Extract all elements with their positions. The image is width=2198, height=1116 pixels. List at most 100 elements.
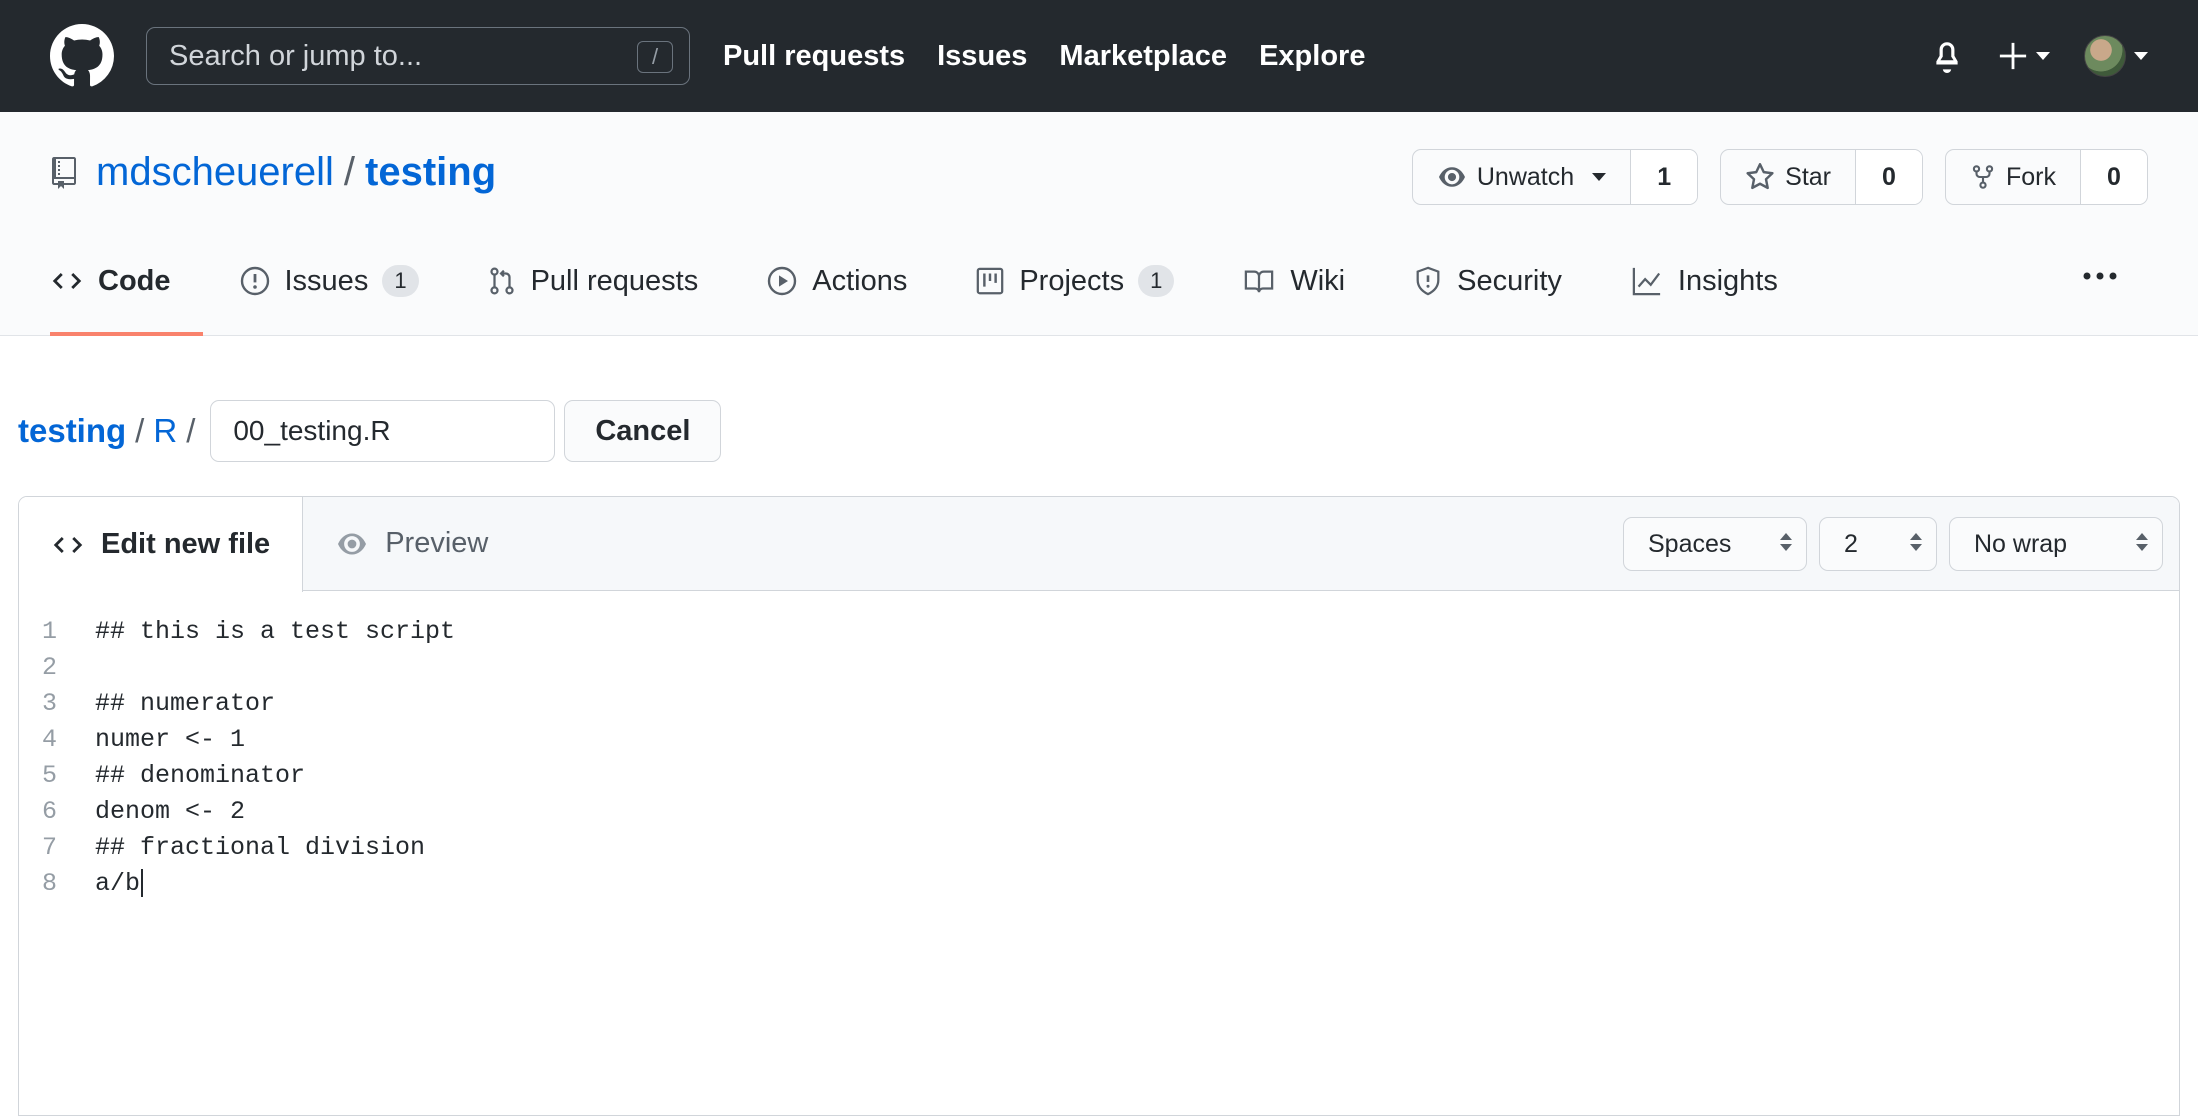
tab-actions[interactable]: Actions bbox=[766, 226, 907, 336]
fork-button-group: Fork 0 bbox=[1945, 149, 2148, 205]
tab-issues-label: Issues bbox=[284, 264, 369, 297]
edit-tab-label: Edit new file bbox=[101, 528, 271, 560]
search-shortcut-key: / bbox=[637, 41, 673, 73]
more-options-icon[interactable] bbox=[2082, 268, 2118, 286]
unwatch-label: Unwatch bbox=[1476, 162, 1575, 191]
breadcrumb-folder-link[interactable]: R bbox=[153, 412, 177, 450]
tab-security[interactable]: Security bbox=[1413, 226, 1562, 336]
tab-edit-new-file[interactable]: Edit new file bbox=[19, 497, 304, 592]
code-line: 7 ## fractional division bbox=[19, 829, 2179, 865]
chevron-down-icon bbox=[2036, 52, 2050, 60]
repo-owner-link[interactable]: mdscheuerell bbox=[96, 150, 334, 195]
stars-count[interactable]: 0 bbox=[1856, 150, 1922, 204]
breadcrumb-repo-link[interactable]: testing bbox=[18, 412, 126, 450]
star-icon bbox=[1746, 163, 1774, 190]
code-editor[interactable]: 1 ## this is a test script 2 3 ## numera… bbox=[19, 591, 2179, 901]
fork-icon bbox=[1972, 165, 1994, 189]
line-number: 6 bbox=[41, 796, 57, 826]
issues-counter: 1 bbox=[382, 265, 419, 297]
code-line: 8 a/b bbox=[19, 865, 2179, 901]
tab-wiki[interactable]: Wiki bbox=[1242, 226, 1345, 336]
file-editor: Edit new file Preview Spaces 2 No wrap 1… bbox=[18, 496, 2180, 1116]
fork-button[interactable]: Fork bbox=[1946, 150, 2081, 204]
plus-icon bbox=[1999, 42, 2027, 70]
repo-header: mdscheuerell / testing Unwatch 1 Star 0 … bbox=[0, 112, 2198, 336]
line-text: a/b bbox=[95, 868, 141, 898]
line-text: ## numerator bbox=[95, 688, 276, 718]
tab-pull-requests-label: Pull requests bbox=[530, 264, 699, 297]
pull-request-icon bbox=[489, 267, 514, 295]
global-nav: Pull requests Issues Marketplace Explore bbox=[723, 40, 1397, 73]
shield-icon bbox=[1416, 266, 1440, 296]
unwatch-button[interactable]: Unwatch bbox=[1413, 150, 1632, 204]
indent-size-value: 2 bbox=[1844, 529, 1858, 558]
repo-title-separator: / bbox=[343, 150, 356, 194]
line-number: 1 bbox=[41, 616, 57, 646]
tab-actions-label: Actions bbox=[812, 264, 908, 297]
avatar bbox=[2084, 35, 2126, 77]
tab-preview[interactable]: Preview bbox=[303, 497, 520, 590]
forks-count[interactable]: 0 bbox=[2081, 150, 2147, 204]
repo-actions: Unwatch 1 Star 0 Fork 0 bbox=[1390, 149, 2148, 205]
tab-code[interactable]: Code bbox=[50, 226, 202, 336]
create-new-button[interactable] bbox=[1998, 41, 2050, 71]
nav-explore[interactable]: Explore bbox=[1259, 40, 1365, 73]
line-text: denom <- 2 bbox=[95, 796, 246, 826]
fork-label: Fork bbox=[2006, 162, 2056, 191]
projects-counter: 1 bbox=[1138, 265, 1175, 297]
tab-pull-requests[interactable]: Pull requests bbox=[487, 226, 699, 336]
line-number: 4 bbox=[41, 724, 57, 754]
code-line: 6 denom <- 2 bbox=[19, 793, 2179, 829]
repo-name-link[interactable]: testing bbox=[365, 150, 496, 195]
project-icon bbox=[977, 267, 1004, 295]
breadcrumb-separator: / bbox=[186, 412, 196, 449]
search-input[interactable]: Search or jump to... / bbox=[146, 27, 690, 85]
nav-marketplace[interactable]: Marketplace bbox=[1059, 40, 1227, 73]
select-arrows-icon bbox=[1780, 533, 1792, 551]
repo-title: mdscheuerell / testing bbox=[50, 150, 496, 195]
editor-tabs: Edit new file Preview Spaces 2 No wrap bbox=[19, 497, 2179, 592]
filename-input[interactable] bbox=[210, 400, 556, 462]
chevron-down-icon bbox=[2134, 52, 2148, 60]
nav-issues[interactable]: Issues bbox=[937, 40, 1027, 73]
code-line: 3 ## numerator bbox=[19, 685, 2179, 721]
indent-mode-select[interactable]: Spaces bbox=[1623, 517, 1807, 571]
bell-icon[interactable] bbox=[1930, 39, 1964, 73]
wrap-mode-value: No wrap bbox=[1974, 529, 2068, 558]
line-number: 8 bbox=[41, 868, 57, 898]
user-menu-button[interactable] bbox=[2084, 35, 2148, 77]
indent-mode-value: Spaces bbox=[1648, 529, 1732, 558]
eye-icon bbox=[1438, 167, 1465, 187]
cancel-button[interactable]: Cancel bbox=[564, 400, 722, 462]
watchers-count[interactable]: 1 bbox=[1631, 150, 1698, 204]
line-text: ## fractional division bbox=[95, 832, 426, 862]
tab-insights[interactable]: Insights bbox=[1630, 226, 1778, 336]
graph-icon bbox=[1632, 267, 1661, 296]
code-line: 5 ## denominator bbox=[19, 757, 2179, 793]
github-logo-icon[interactable] bbox=[50, 24, 114, 88]
line-number: 2 bbox=[41, 652, 57, 682]
tab-code-label: Code bbox=[98, 264, 171, 297]
star-button[interactable]: Star bbox=[1721, 150, 1856, 204]
tab-wiki-label: Wiki bbox=[1290, 264, 1346, 297]
nav-pull-requests[interactable]: Pull requests bbox=[723, 40, 905, 73]
text-cursor bbox=[141, 869, 144, 897]
eye-icon bbox=[338, 533, 367, 554]
tab-projects[interactable]: Projects 1 bbox=[975, 226, 1175, 336]
code-icon bbox=[52, 273, 82, 289]
tab-insights-label: Insights bbox=[1677, 264, 1778, 297]
select-arrows-icon bbox=[2136, 533, 2148, 551]
book-icon bbox=[1245, 270, 1274, 293]
line-text: ## this is a test script bbox=[95, 616, 456, 646]
tab-issues[interactable]: Issues 1 bbox=[239, 226, 419, 336]
code-line: 4 numer <- 1 bbox=[19, 721, 2179, 757]
star-button-group: Star 0 bbox=[1720, 149, 1923, 205]
global-header: Search or jump to... / Pull requests Iss… bbox=[0, 0, 2198, 112]
wrap-mode-select[interactable]: No wrap bbox=[1949, 517, 2163, 571]
file-path-breadcrumb: testing / R / Cancel bbox=[18, 400, 722, 462]
repo-tabs: Code Issues 1 Pull requests Actions Proj… bbox=[50, 226, 2148, 336]
indent-size-select[interactable]: 2 bbox=[1819, 517, 1937, 571]
code-line: 2 bbox=[19, 649, 2179, 685]
code-line: 1 ## this is a test script bbox=[19, 613, 2179, 649]
breadcrumb-separator: / bbox=[135, 412, 145, 449]
